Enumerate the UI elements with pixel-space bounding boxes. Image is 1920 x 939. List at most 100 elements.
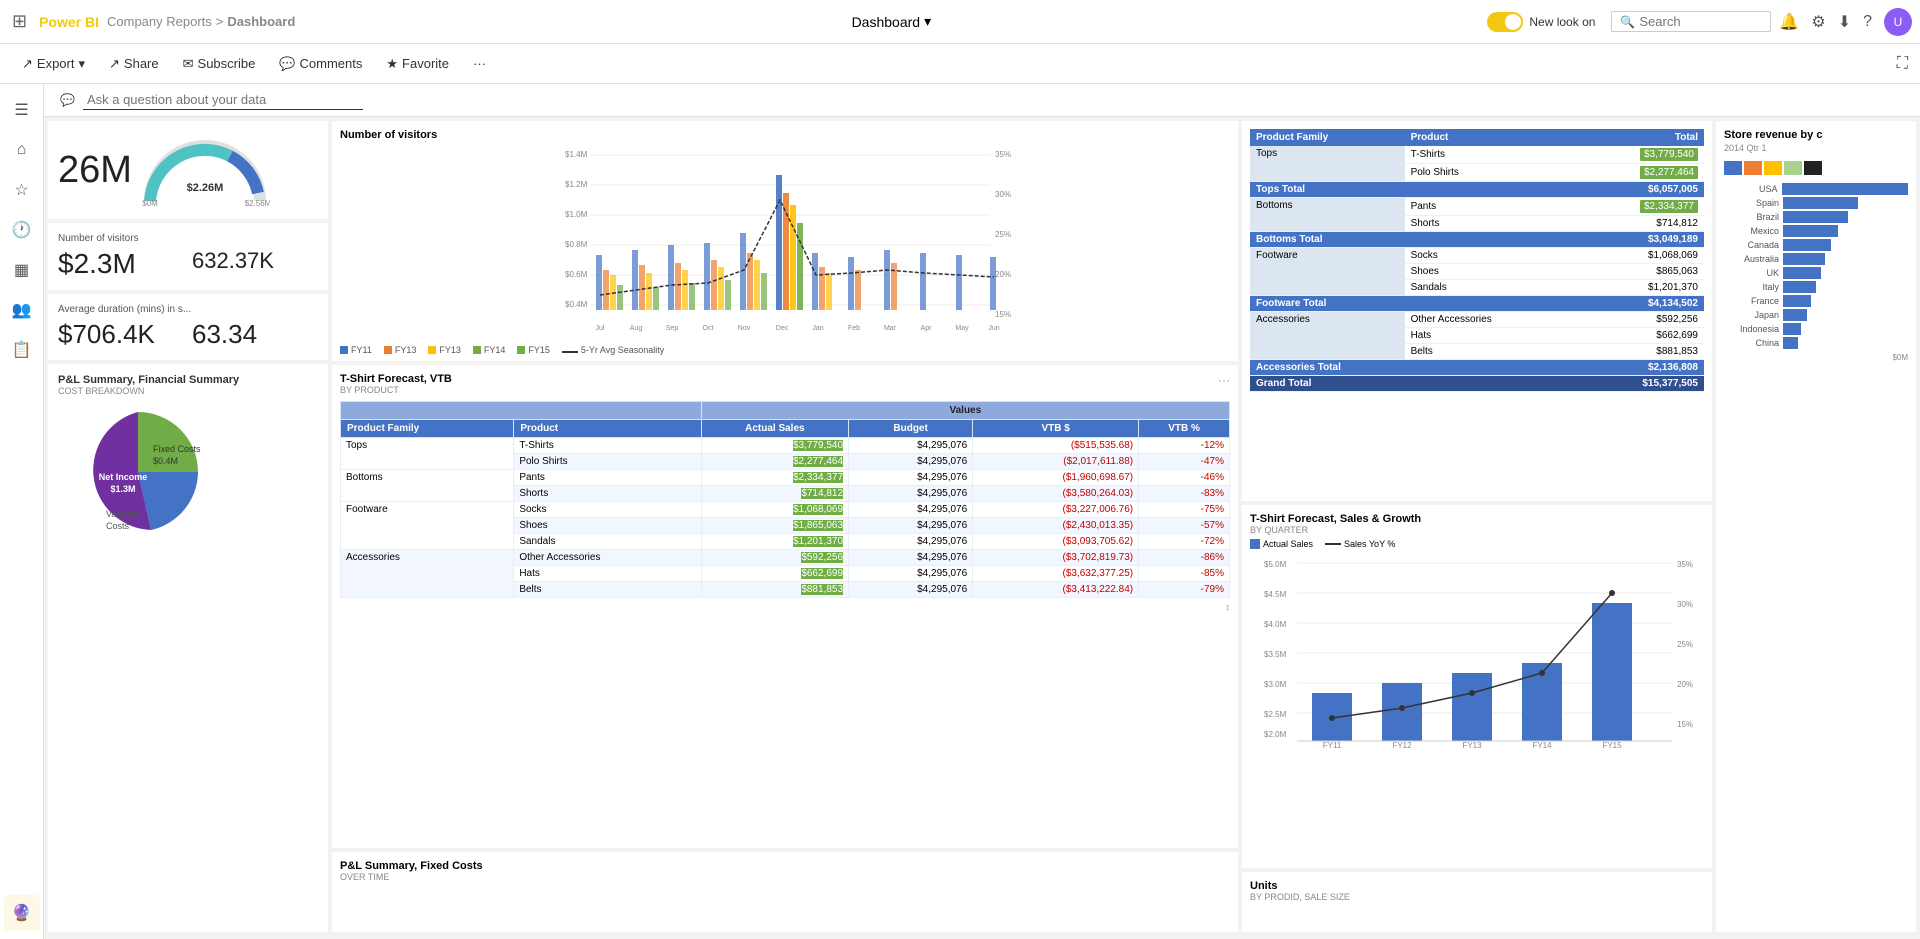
share-button[interactable]: ↗ Share	[99, 52, 169, 76]
help-icon[interactable]: ?	[1863, 13, 1872, 31]
vtb-budget: $4,295,076	[849, 518, 973, 534]
vtb-col-product: Product	[514, 420, 701, 438]
tbl-total-label: Accessories Total	[1250, 360, 1575, 376]
vtb-vtb-dollar: ($2,430,013.35)	[973, 518, 1139, 534]
qa-input[interactable]	[83, 90, 363, 110]
breadcrumb-dashboard[interactable]: Dashboard	[227, 14, 295, 29]
table-row: Accessories Other Accessories $592,256	[1250, 312, 1704, 328]
svg-text:$3.0M: $3.0M	[1264, 680, 1287, 689]
visitors-label: Number of visitors	[58, 233, 318, 244]
sidebar-item-shared[interactable]: 👥	[4, 292, 40, 328]
export-button[interactable]: ↗ Export ▾	[12, 52, 95, 76]
svg-text:Apr: Apr	[921, 325, 933, 332]
pl-fixed-costs-card: P&L Summary, Fixed Costs OVER TIME	[332, 852, 1238, 932]
breadcrumb-company-reports[interactable]: Company Reports	[107, 14, 212, 29]
kpi-score: 63.34	[192, 319, 318, 350]
pl-pie-chart: Fixed Costs $0.4M Net Income $1.3M Varia…	[58, 402, 218, 542]
power-bi-logo: Power BI	[39, 14, 99, 30]
vtb-vtb-pct: -86%	[1139, 550, 1230, 566]
more-options-button[interactable]: ···	[463, 52, 496, 75]
search-bar[interactable]: 🔍	[1611, 11, 1771, 32]
svg-text:35%: 35%	[1677, 560, 1693, 569]
store-axis-label: $0M	[1724, 353, 1908, 362]
list-item: Spain	[1724, 197, 1908, 209]
vtb-more-icon[interactable]: ···	[1218, 373, 1230, 387]
tbl-total-label: Tops Total	[1250, 182, 1575, 198]
avatar[interactable]: U	[1884, 8, 1912, 36]
tbl-total-value: $2,136,808	[1575, 360, 1704, 376]
svg-text:FY13: FY13	[1462, 741, 1482, 750]
vtb-col-vtb-pct: VTB %	[1139, 420, 1230, 438]
vtb-budget: $4,295,076	[849, 534, 973, 550]
tbl-total-label: Bottoms Total	[1250, 232, 1575, 248]
tbl-product: Belts	[1405, 344, 1576, 360]
vtb-col-family: Product Family	[341, 420, 514, 438]
tops-total-row: Tops Total $6,057,005	[1250, 182, 1704, 198]
svg-text:Oct: Oct	[703, 325, 714, 332]
svg-text:15%: 15%	[995, 310, 1011, 319]
settings-icon[interactable]: ⚙	[1811, 12, 1825, 32]
vtb-actual: $1,865,063	[701, 518, 848, 534]
tbl-product: Shorts	[1405, 216, 1576, 232]
svg-text:FY11: FY11	[1323, 741, 1342, 750]
vtb-family: Bottoms	[341, 470, 514, 502]
sidebar-item-metrics[interactable]: 🔮	[4, 895, 40, 931]
vtb-vtb-pct: -57%	[1139, 518, 1230, 534]
tbl-product: Shoes	[1405, 264, 1576, 280]
vtb-product: Sandals	[514, 534, 701, 550]
vtb-actual: $2,277,464	[701, 454, 848, 470]
tbl-value: $714,812	[1575, 216, 1704, 232]
subscribe-button[interactable]: ✉ Subscribe	[173, 52, 266, 76]
pl-summary-card: P&L Summary, Financial Summary COST BREA…	[48, 364, 328, 932]
vtb-vtb-pct: -83%	[1139, 486, 1230, 502]
svg-text:$1.3M: $1.3M	[110, 484, 135, 494]
svg-text:Sep: Sep	[666, 325, 679, 332]
favorite-button[interactable]: ★ Favorite	[376, 52, 459, 76]
search-input[interactable]	[1639, 14, 1762, 29]
pl-subtitle: COST BREAKDOWN	[58, 386, 318, 396]
sidebar-item-home[interactable]: ⌂	[4, 132, 40, 168]
tbl-value: $865,063	[1575, 264, 1704, 280]
download-icon[interactable]: ⬇	[1838, 12, 1851, 32]
comments-button[interactable]: 💬 Comments	[269, 52, 372, 76]
top-nav: ⊞ Power BI Company Reports > Dashboard D…	[0, 0, 1920, 44]
sidebar-item-menu[interactable]: ☰	[4, 92, 40, 128]
svg-text:Nov: Nov	[738, 325, 751, 332]
new-look-toggle[interactable]	[1487, 12, 1523, 32]
sidebar-item-recent[interactable]: 🕐	[4, 212, 40, 248]
vtb-col-budget: Budget	[849, 420, 973, 438]
app-grid-icon[interactable]: ⊞	[8, 7, 31, 36]
pl-title: P&L Summary, Financial Summary	[58, 374, 318, 386]
qa-bar: 💬	[44, 84, 1920, 117]
tbl-product: T-Shirts	[1405, 146, 1576, 164]
vtb-scroll-indicator: ↕	[340, 602, 1230, 612]
summary-table-card: Product Family Product Total Tops T-Shir…	[1242, 121, 1712, 501]
new-look-toggle-area: New look on	[1487, 12, 1595, 32]
svg-text:30%: 30%	[1677, 600, 1693, 609]
tbl-total-value: $3,049,189	[1575, 232, 1704, 248]
vtb-subtitle: BY PRODUCT	[340, 385, 452, 395]
sidebar: ☰ ⌂ ☆ 🕐 ▦ 👥 📋 🔮	[0, 84, 44, 939]
svg-text:$4.0M: $4.0M	[1264, 620, 1287, 629]
sidebar-item-favorites[interactable]: ☆	[4, 172, 40, 208]
notification-icon[interactable]: 🔔	[1779, 12, 1799, 32]
visitors-chart-title: Number of visitors	[340, 129, 1230, 141]
sidebar-item-workspaces[interactable]: 📋	[4, 332, 40, 368]
svg-text:$4.5M: $4.5M	[1264, 590, 1287, 599]
dashboard-button[interactable]: Dashboard ▾	[852, 13, 932, 30]
table-row: Footware Socks $1,068,069 $4,295,076 ($3…	[341, 502, 1230, 518]
vtb-vtb-dollar: ($3,093,705.62)	[973, 534, 1139, 550]
vtb-product: Other Accessories	[514, 550, 701, 566]
tbl-product: Sandals	[1405, 280, 1576, 296]
far-right-column: Store revenue by c 2014 Qtr 1	[1716, 121, 1916, 932]
tbl-value: $1,201,370	[1575, 280, 1704, 296]
vtb-budget: $4,295,076	[849, 550, 973, 566]
table-row: Bottoms Pants $2,334,377	[1250, 198, 1704, 216]
accessories-total-row: Accessories Total $2,136,808	[1250, 360, 1704, 376]
sidebar-item-apps[interactable]: ▦	[4, 252, 40, 288]
second-nav: ↗ Export ▾ ↗ Share ✉ Subscribe 💬 Comment…	[0, 44, 1920, 84]
fullscreen-icon[interactable]: ⛶	[1897, 55, 1908, 73]
store-bars: USA Spain Brazil Mexico	[1724, 183, 1908, 362]
svg-text:Net Income: Net Income	[99, 472, 148, 482]
svg-text:Mar: Mar	[884, 325, 897, 332]
